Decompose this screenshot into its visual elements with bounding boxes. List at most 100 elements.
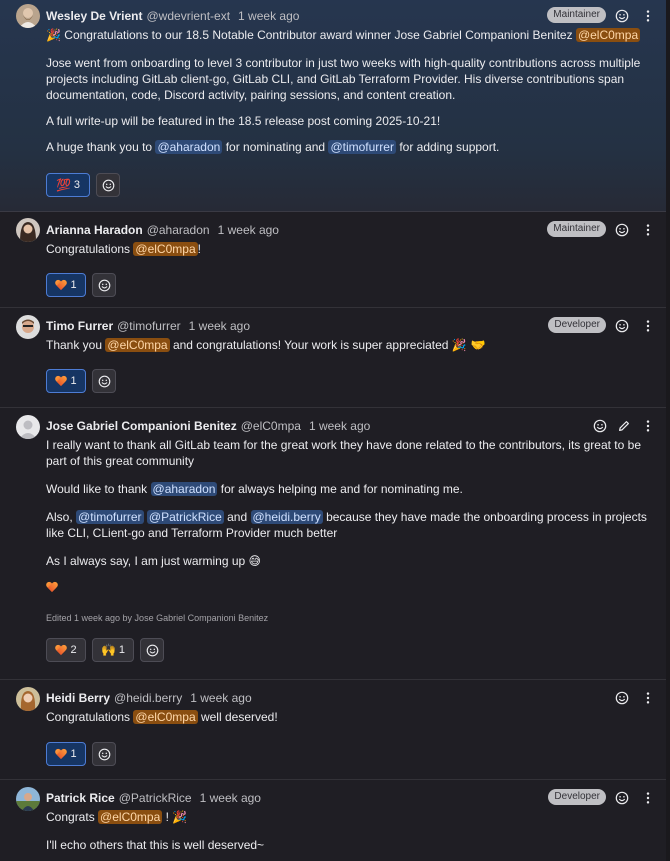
heart-emoji	[55, 749, 67, 760]
paragraph: As I always say, I am just warming up 😅	[46, 554, 262, 568]
user-mention[interactable]: @aharadon	[155, 140, 223, 154]
author-handle[interactable]: @wdevrient-ext	[147, 9, 231, 23]
smile-icon	[146, 644, 159, 657]
note-patrick: Patrick Rice @PatrickRice 1 week ago Dev…	[0, 780, 666, 861]
award-raised-hands-button[interactable]: 🙌 1	[92, 638, 134, 662]
hundred-emoji: 💯	[55, 178, 71, 192]
author-handle[interactable]: @heidi.berry	[114, 691, 182, 705]
party-emoji: 🎉	[172, 810, 188, 824]
heart-emoji	[55, 376, 67, 387]
paragraph: A full write-up will be featured in the …	[46, 114, 441, 128]
paragraph: Would like to thank @aharadon for always…	[46, 482, 463, 496]
paragraph: I'll echo others that this is well deser…	[46, 838, 265, 852]
note-jose: Jose Gabriel Companioni Benitez @elC0mpa…	[0, 408, 666, 680]
user-mention[interactable]: @timofurrer	[328, 140, 396, 154]
note-body: Congratulations @elC0mpa!	[46, 242, 201, 256]
user-mention[interactable]: @elC0mpa	[105, 338, 170, 352]
author-name[interactable]: Patrick Rice	[46, 791, 115, 805]
more-actions-icon[interactable]	[640, 318, 656, 334]
edited-info: Edited 1 week ago by Jose Gabriel Compan…	[46, 613, 269, 623]
add-reaction-button[interactable]	[92, 742, 116, 766]
party-handshake-emoji: 🎉 🤝	[451, 338, 486, 352]
add-reaction-icon[interactable]	[614, 8, 630, 24]
add-reaction-icon[interactable]	[614, 690, 630, 706]
user-mention[interactable]: @timofurrer	[76, 510, 144, 524]
paragraph: Jose went from onboarding to level 3 con…	[46, 56, 641, 102]
heart-emoji	[46, 582, 58, 593]
add-reaction-button[interactable]	[92, 369, 116, 393]
author-name[interactable]: Jose Gabriel Companioni Benitez	[46, 419, 237, 433]
avatar[interactable]	[16, 315, 40, 339]
timestamp[interactable]: 1 week ago	[189, 319, 250, 333]
avatar[interactable]	[16, 415, 40, 439]
user-mention[interactable]: @elC0mpa	[133, 710, 198, 724]
add-reaction-icon[interactable]	[592, 418, 608, 434]
timestamp[interactable]: 1 week ago	[238, 9, 299, 23]
role-badge: Developer	[548, 789, 606, 805]
add-reaction-icon[interactable]	[614, 790, 630, 806]
paragraph: I really want to thank all GitLab team f…	[46, 438, 641, 468]
author-handle[interactable]: @elC0mpa	[241, 419, 301, 433]
party-emoji: 🎉	[46, 28, 61, 42]
author-name[interactable]: Heidi Berry	[46, 691, 110, 705]
award-heart-button[interactable]: 1	[46, 273, 86, 297]
award-heart-button[interactable]: 1	[46, 742, 86, 766]
more-actions-icon[interactable]	[640, 418, 656, 434]
timestamp[interactable]: 1 week ago	[218, 223, 279, 237]
smile-icon	[102, 179, 115, 192]
author-name[interactable]: Wesley De Vrient	[46, 9, 143, 23]
more-actions-icon[interactable]	[640, 690, 656, 706]
author-name[interactable]: Timo Furrer	[46, 319, 113, 333]
reactions-bar: 1	[46, 369, 116, 393]
reactions-bar: 1	[46, 742, 116, 766]
more-actions-icon[interactable]	[640, 8, 656, 24]
user-mention[interactable]: @elC0mpa	[98, 810, 163, 824]
add-reaction-button[interactable]	[96, 173, 120, 197]
note-heidi: Heidi Berry @heidi.berry 1 week ago Cong…	[0, 680, 666, 780]
author-handle[interactable]: @timofurrer	[117, 319, 181, 333]
timestamp[interactable]: 1 week ago	[190, 691, 251, 705]
add-reaction-button[interactable]	[140, 638, 164, 662]
heart-emoji	[55, 280, 67, 291]
avatar[interactable]	[16, 218, 40, 242]
scrollbar[interactable]	[666, 0, 670, 861]
add-reaction-icon[interactable]	[614, 222, 630, 238]
raised-hands-emoji: 🙌	[100, 643, 116, 657]
note-body: Congrats @elC0mpa ! 🎉 I'll echo others t…	[46, 809, 648, 861]
avatar[interactable]	[16, 787, 40, 811]
timestamp[interactable]: 1 week ago	[200, 791, 261, 805]
user-mention[interactable]: @heidi.berry	[250, 510, 323, 524]
author-handle[interactable]: @aharadon	[147, 223, 210, 237]
author-handle[interactable]: @PatrickRice	[119, 791, 192, 805]
award-heart-button[interactable]: 1	[46, 369, 86, 393]
reactions-bar: 2 🙌 1	[46, 638, 164, 662]
avatar[interactable]	[16, 4, 40, 28]
role-badge: Maintainer	[547, 7, 606, 23]
more-actions-icon[interactable]	[640, 222, 656, 238]
timestamp[interactable]: 1 week ago	[309, 419, 370, 433]
author-name[interactable]: Arianna Haradon	[46, 223, 143, 237]
user-mention[interactable]: @elC0mpa	[133, 242, 198, 256]
note-wesley: Wesley De Vrient @wdevrient-ext 1 week a…	[0, 0, 666, 212]
role-badge: Maintainer	[547, 221, 606, 237]
user-mention[interactable]: @aharadon	[150, 482, 218, 496]
edit-pencil-icon[interactable]	[616, 418, 632, 434]
discussion-thread: Wesley De Vrient @wdevrient-ext 1 week a…	[0, 0, 666, 861]
user-mention[interactable]: @PatrickRice	[146, 510, 224, 524]
avatar[interactable]	[16, 687, 40, 711]
user-mention[interactable]: @elC0mpa	[575, 28, 641, 42]
smile-icon	[98, 748, 111, 761]
award-hundred-button[interactable]: 💯 3	[46, 173, 90, 197]
paragraph: Also, @timofurrer @PatrickRice and @heid…	[46, 510, 647, 540]
award-heart-button[interactable]: 2	[46, 638, 86, 662]
paragraph: A huge thank you to @aharadon for nomina…	[46, 140, 500, 154]
reactions-bar: 💯 3	[46, 173, 120, 197]
more-actions-icon[interactable]	[640, 790, 656, 806]
role-badge: Developer	[548, 317, 606, 333]
smile-icon	[98, 279, 111, 292]
note-timo: Timo Furrer @timofurrer 1 week ago Devel…	[0, 308, 666, 408]
add-reaction-icon[interactable]	[614, 318, 630, 334]
add-reaction-button[interactable]	[92, 273, 116, 297]
note-body: 🎉 Congratulations to our 18.5 Notable Co…	[46, 27, 648, 167]
reactions-bar: 1	[46, 273, 116, 297]
